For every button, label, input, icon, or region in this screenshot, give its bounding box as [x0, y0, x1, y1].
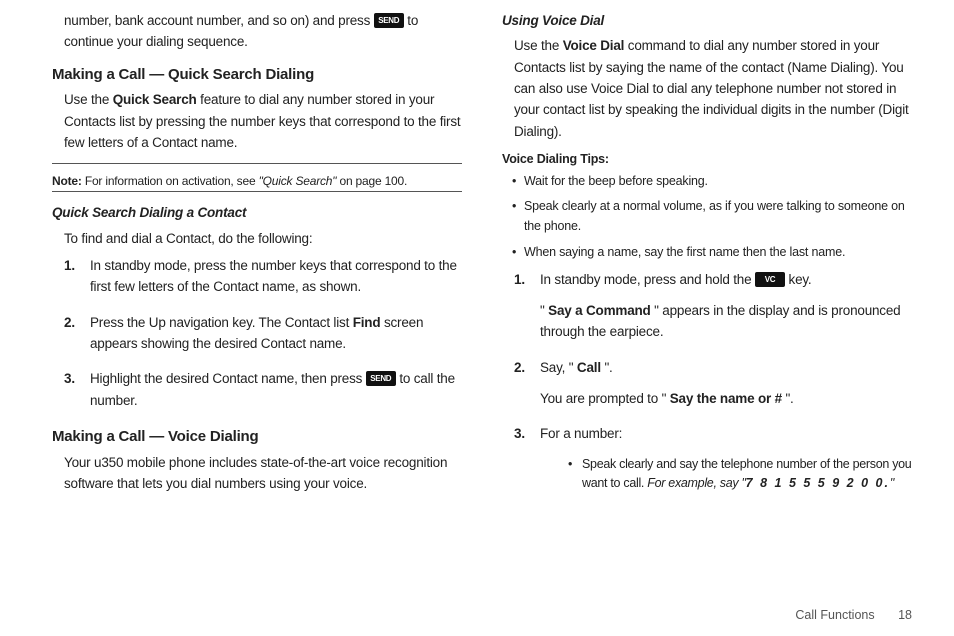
qs-contact-lead: To find and dial a Contact, do the follo… — [52, 228, 462, 249]
voice-step-1-detail: " Say a Command " appears in the display… — [540, 300, 912, 343]
voice-dial-paragraph: Use the Voice Dial command to dial any n… — [502, 35, 912, 142]
right-column: Using Voice Dial Use the Voice Dial comm… — [502, 10, 912, 508]
voice-step-2-detail: You are prompted to " Say the name or # … — [540, 388, 912, 409]
heading-quick-search: Making a Call — Quick Search Dialing — [52, 63, 462, 87]
heading-voice-tips: Voice Dialing Tips: — [502, 150, 912, 170]
continuation-line: number, bank account number, and so on) … — [52, 10, 462, 53]
tips-list: Wait for the beep before speaking. Speak… — [502, 172, 912, 263]
qs-step-1: In standby mode, press the number keys t… — [52, 255, 462, 298]
tip-2: Speak clearly at a normal volume, as if … — [502, 197, 912, 237]
voice-steps-list: In standby mode, press and hold the VC k… — [502, 269, 912, 494]
voice-step-3: For a number: Speak clearly and say the … — [502, 423, 912, 494]
voice-step-2: Say, " Call ". You are prompted to " Say… — [502, 357, 912, 410]
tip-3: When saying a name, say the first name t… — [502, 243, 912, 263]
cont-pre: number, bank account number, and so on) … — [64, 13, 374, 28]
voice-step-1: In standby mode, press and hold the VC k… — [502, 269, 912, 343]
heading-using-voice-dial: Using Voice Dial — [502, 10, 912, 31]
qs-step-2: Press the Up navigation key. The Contact… — [52, 312, 462, 355]
voice-step-3-sub: Speak clearly and say the telephone numb… — [540, 455, 912, 495]
send-icon: SEND — [366, 371, 396, 386]
qs-steps-list: In standby mode, press the number keys t… — [52, 255, 462, 411]
voice-command-key-icon: VC — [755, 272, 785, 287]
voice-paragraph: Your u350 mobile phone includes state-of… — [52, 452, 462, 495]
footer-page-number: 18 — [898, 608, 912, 622]
quick-search-paragraph: Use the Quick Search feature to dial any… — [52, 89, 462, 153]
note-reference: "Quick Search" — [259, 174, 337, 188]
qs-step-3: Highlight the desired Contact name, then… — [52, 368, 462, 411]
send-icon: SEND — [374, 13, 404, 28]
heading-voice-dialing: Making a Call — Voice Dialing — [52, 425, 462, 449]
page-footer: Call Functions 18 — [795, 608, 912, 622]
heading-qs-contact: Quick Search Dialing a Contact — [52, 202, 462, 223]
note-box: Note: For information on activation, see… — [52, 164, 462, 192]
left-column: number, bank account number, and so on) … — [52, 10, 462, 508]
voice-step-3-sublist: Speak clearly and say the telephone numb… — [540, 455, 912, 495]
tip-1: Wait for the beep before speaking. — [502, 172, 912, 192]
note-label: Note: — [52, 174, 82, 188]
footer-section: Call Functions — [795, 608, 874, 622]
